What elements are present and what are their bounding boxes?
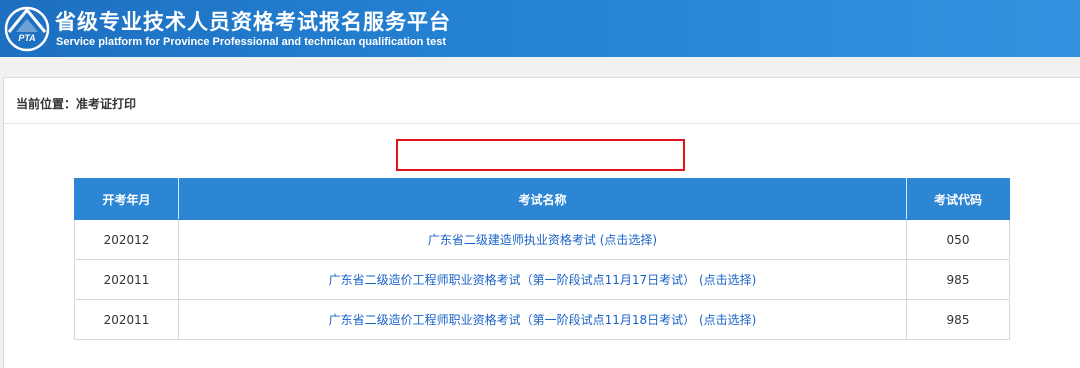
- table-header-row: 开考年月 考试名称 考试代码: [74, 178, 1010, 220]
- table-row: 202011 广东省二级造价工程师职业资格考试（第一阶段试点11月18日考试） …: [74, 299, 1010, 340]
- column-header-date: 开考年月: [74, 178, 179, 220]
- exam-select-link[interactable]: 广东省二级造价工程师职业资格考试（第一阶段试点11月17日考试） (点击选择): [329, 273, 757, 287]
- exam-name-cell: 广东省二级造价工程师职业资格考试（第一阶段试点11月18日考试） (点击选择): [178, 299, 907, 340]
- exam-name-cell: 广东省二级建造师执业资格考试 (点击选择): [178, 219, 907, 260]
- highlight-box: [396, 139, 685, 171]
- exam-select-link[interactable]: 广东省二级建造师执业资格考试 (点击选择): [428, 233, 657, 247]
- exam-date-cell: 202012: [74, 219, 179, 260]
- breadcrumb: 当前位置：准考证打印: [16, 97, 137, 111]
- exam-code-cell: 985: [906, 259, 1010, 300]
- exam-name-cell: 广东省二级造价工程师职业资格考试（第一阶段试点11月17日考试） (点击选择): [178, 259, 907, 300]
- exam-date-cell: 202011: [74, 299, 179, 340]
- table-row: 202011 广东省二级造价工程师职业资格考试（第一阶段试点11月17日考试） …: [74, 259, 1010, 300]
- main-panel: 当前位置：准考证打印 开考年月 考试名称 考试代码 202012 广东省二级建造…: [3, 77, 1080, 368]
- table-row: 202012 广东省二级建造师执业资格考试 (点击选择) 050: [74, 219, 1010, 260]
- column-header-name: 考试名称: [178, 178, 907, 220]
- site-header: PTA 省级专业技术人员资格考试报名服务平台 Service platform …: [0, 0, 1080, 57]
- exam-select-link[interactable]: 广东省二级造价工程师职业资格考试（第一阶段试点11月18日考试） (点击选择): [329, 313, 757, 327]
- site-subtitle: Service platform for Province Profession…: [56, 36, 446, 48]
- site-title: 省级专业技术人员资格考试报名服务平台: [55, 10, 451, 34]
- exam-code-cell: 985: [906, 299, 1010, 340]
- exam-date-cell: 202011: [74, 259, 179, 300]
- exam-code-cell: 050: [906, 219, 1010, 260]
- pta-logo-icon: PTA: [4, 6, 50, 52]
- svg-text:PTA: PTA: [18, 33, 35, 43]
- exam-table: 开考年月 考试名称 考试代码 202012 广东省二级建造师执业资格考试 (点击…: [74, 178, 1010, 340]
- column-header-code: 考试代码: [906, 178, 1010, 220]
- divider: [4, 123, 1080, 124]
